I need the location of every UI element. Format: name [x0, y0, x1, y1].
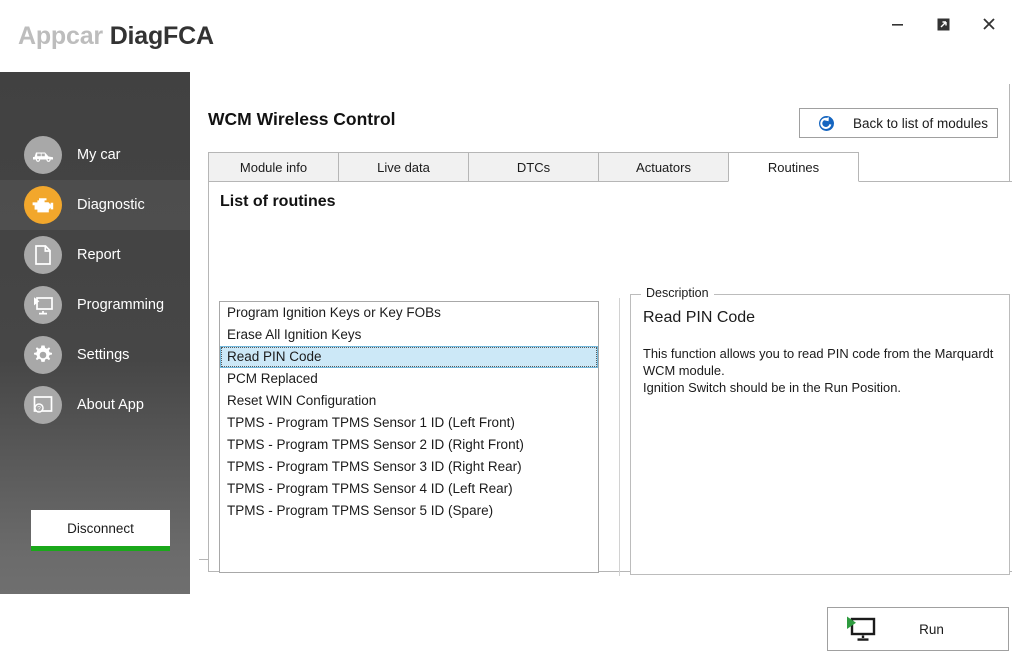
list-item[interactable]: TPMS - Program TPMS Sensor 4 ID (Left Re… — [220, 478, 598, 500]
disconnect-underline — [31, 546, 170, 551]
page-title: WCM Wireless Control — [208, 109, 396, 129]
tab-label: Module info — [239, 159, 308, 175]
tab-live-data[interactable]: Live data — [338, 152, 469, 182]
description-panel: Description Read PIN Code This function … — [630, 286, 1010, 575]
sidebar-item-label: About App — [77, 397, 144, 413]
sidebar-item-my-car[interactable]: My car — [0, 130, 190, 180]
sidebar-item-diagnostic[interactable]: Diagnostic — [0, 180, 190, 230]
description-text: This function allows you to read PIN cod… — [643, 346, 994, 395]
main-content: WCM Wireless Control Back to list of mod… — [190, 72, 1012, 651]
close-icon — [983, 18, 995, 30]
restore-button[interactable] — [920, 0, 966, 48]
module-panel: WCM Wireless Control Back to list of mod… — [199, 84, 1012, 651]
title-bar: Appcar DiagFCA — [0, 0, 1012, 72]
list-item[interactable]: PCM Replaced — [220, 368, 598, 390]
back-to-modules-label: Back to list of modules — [853, 115, 989, 131]
tab-label: Actuators — [636, 159, 691, 175]
run-button-label: Run — [919, 621, 944, 637]
description-heading: Read PIN Code — [643, 309, 756, 326]
tab-label: Routines — [767, 159, 820, 175]
minimize-button[interactable] — [874, 0, 920, 48]
sidebar-item-label: My car — [77, 147, 121, 163]
sidebar-item-programming[interactable]: Programming — [0, 280, 190, 330]
app-title-bold: DiagFCA — [109, 22, 214, 50]
minimize-icon — [891, 23, 903, 26]
routines-list[interactable]: Program Ignition Keys or Key FOBs Erase … — [219, 301, 599, 573]
list-item[interactable]: TPMS - Program TPMS Sensor 3 ID (Right R… — [220, 456, 598, 478]
tab-actuators[interactable]: Actuators — [598, 152, 729, 182]
close-button[interactable] — [966, 0, 1012, 48]
disconnect-button[interactable]: Disconnect — [31, 510, 170, 551]
monitor-play-icon — [843, 614, 877, 644]
list-item-selected[interactable]: Read PIN Code — [220, 346, 598, 368]
sidebar-nav: My car Diagnostic Report Programming Set… — [0, 130, 190, 430]
section-title: List of routines — [220, 193, 336, 210]
panel-divider — [619, 298, 620, 576]
tab-label: DTCs — [516, 159, 551, 175]
sidebar-item-label: Programming — [77, 297, 165, 313]
svg-text:?: ? — [37, 406, 41, 413]
app-title-light: Appcar — [18, 22, 103, 50]
tab-strip: Module info Live data DTCs Actuators Rou… — [208, 152, 1012, 182]
sidebar-item-label: Report — [77, 247, 121, 263]
routines-tab-panel: List of routines Program Ignition Keys o… — [208, 182, 1012, 651]
car-icon — [24, 136, 62, 174]
engine-icon — [24, 186, 62, 224]
list-item[interactable]: Program Ignition Keys or Key FOBs — [220, 302, 598, 324]
monitor-play-icon — [24, 286, 62, 324]
app-title: Appcar DiagFCA — [18, 22, 214, 51]
sidebar-item-settings[interactable]: Settings — [0, 330, 190, 380]
tab-module-info[interactable]: Module info — [208, 152, 339, 182]
sidebar-item-label: Diagnostic — [77, 197, 145, 213]
document-icon — [24, 236, 62, 274]
list-item[interactable]: TPMS - Program TPMS Sensor 1 ID (Left Fr… — [220, 412, 598, 434]
tab-routines[interactable]: Routines — [728, 152, 859, 182]
sidebar-item-label: Settings — [77, 347, 130, 363]
run-button[interactable]: Run — [827, 607, 1009, 651]
tab-label: Live data — [377, 159, 430, 175]
list-item[interactable]: TPMS - Program TPMS Sensor 5 ID (Spare) — [220, 500, 598, 522]
description-legend: Description — [641, 286, 714, 300]
gear-icon — [24, 336, 62, 374]
help-window-icon: ? — [24, 386, 62, 424]
sidebar: My car Diagnostic Report Programming Set… — [0, 72, 190, 594]
back-to-modules-button[interactable]: Back to list of modules — [799, 108, 998, 138]
tab-dtcs[interactable]: DTCs — [468, 152, 599, 182]
restore-icon — [937, 18, 949, 30]
sidebar-item-report[interactable]: Report — [0, 230, 190, 280]
list-item[interactable]: TPMS - Program TPMS Sensor 2 ID (Right F… — [220, 434, 598, 456]
list-item[interactable]: Erase All Ignition Keys — [220, 324, 598, 346]
sidebar-item-about-app[interactable]: ? About App — [0, 380, 190, 430]
window-controls — [874, 0, 1012, 60]
disconnect-button-label[interactable]: Disconnect — [31, 510, 170, 546]
list-item[interactable]: Reset WIN Configuration — [220, 390, 598, 412]
back-arrow-circle-icon — [818, 115, 835, 132]
